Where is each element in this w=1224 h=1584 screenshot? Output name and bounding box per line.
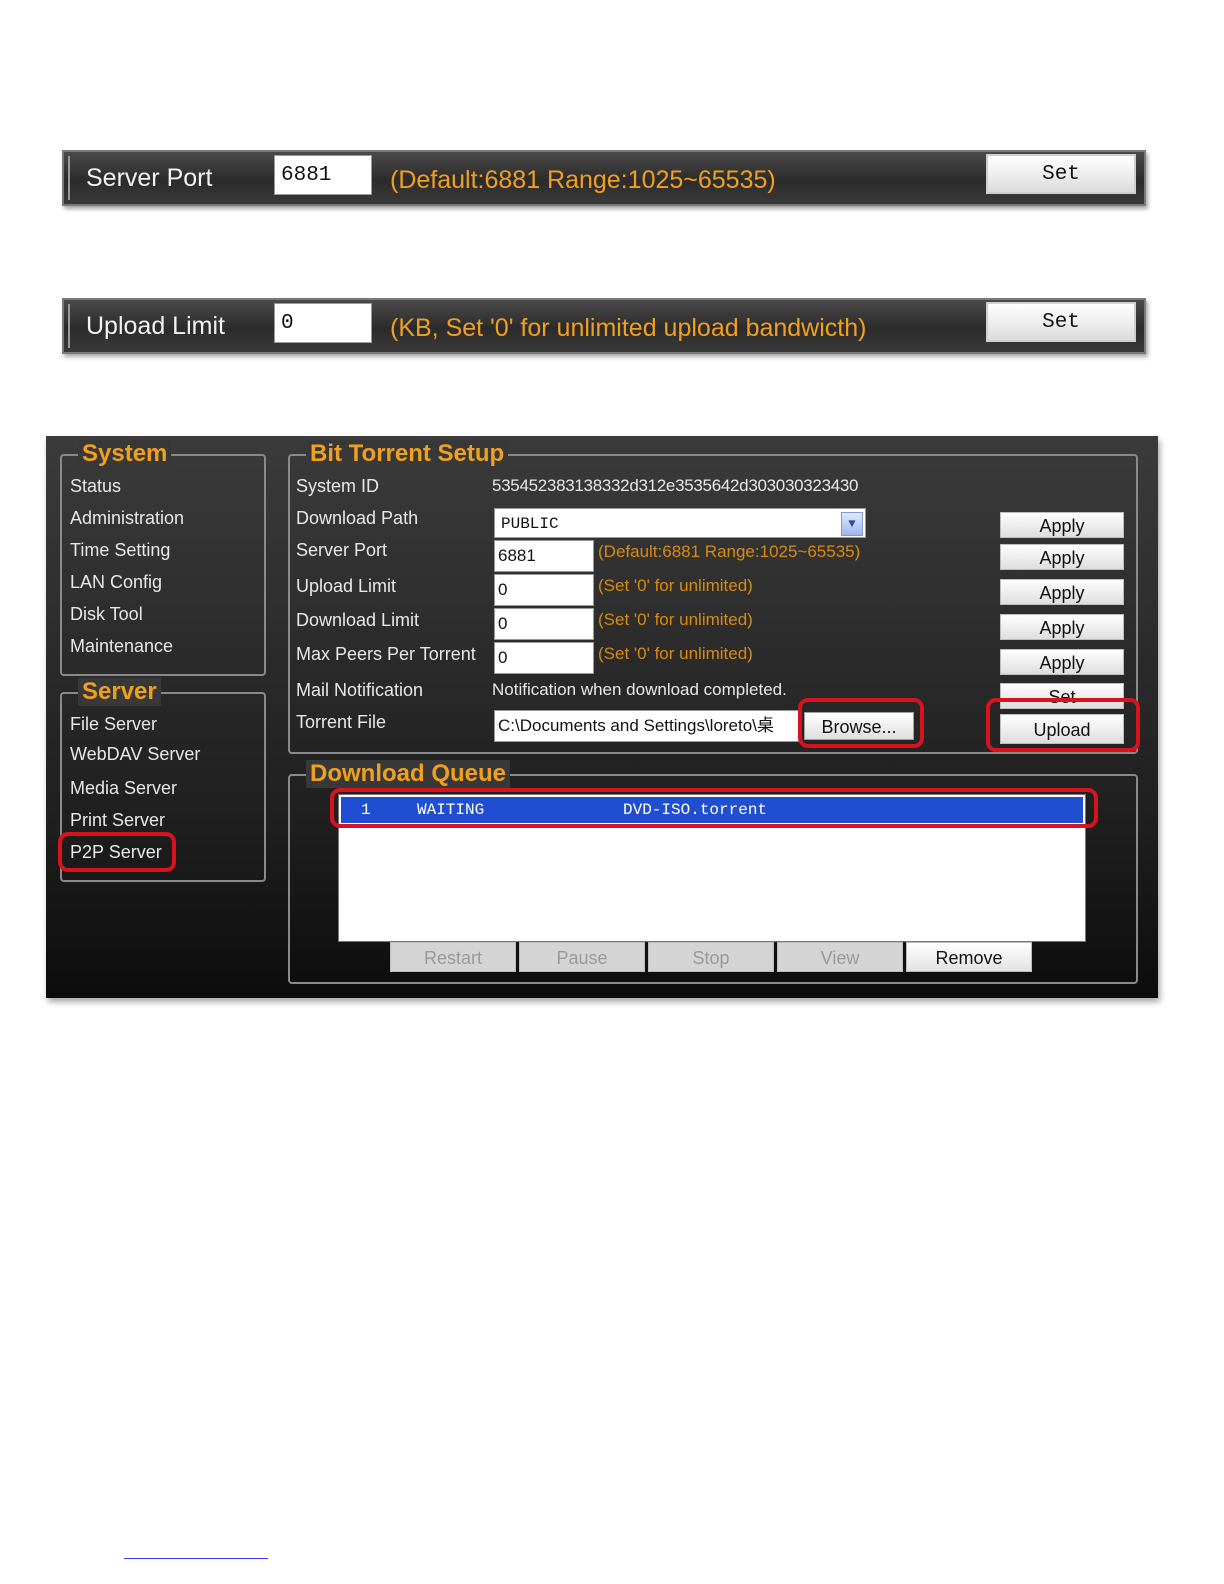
server-port-strip: Server Port 6881 (Default:6881 Range:102… [62,150,1146,206]
upload-limit-hint: (KB, Set '0' for unlimited upload bandwi… [390,314,867,342]
max-peers-field[interactable]: 0 [494,642,594,674]
upload-limit-input[interactable]: 0 [274,303,372,343]
footnote-rule [124,1558,268,1559]
upload-limit-row-hint: (Set '0' for unlimited) [598,576,753,595]
queue-row-highlight [330,788,1098,828]
download-path-select[interactable]: PUBLIC ▼ [494,508,866,538]
apply-server-port-button[interactable]: Apply [1000,544,1124,570]
browse-highlight [798,698,924,748]
server-port-field[interactable]: 6881 [494,540,594,572]
upload-limit-set-button[interactable]: Set [986,302,1136,342]
mail-notification-text: Notification when download completed. [492,680,787,699]
menu-webdav-server[interactable]: WebDAV Server [70,744,200,765]
apply-download-limit-button[interactable]: Apply [1000,614,1124,640]
bittorrent-panel: System Status Administration Time Settin… [46,436,1158,998]
server-port-row-hint: (Default:6881 Range:1025~65535) [598,542,861,561]
apply-upload-limit-button[interactable]: Apply [1000,579,1124,605]
apply-download-path-button[interactable]: Apply [1000,512,1124,538]
download-limit-row-label: Download Limit [296,610,420,630]
stop-button[interactable]: Stop [648,942,774,972]
system-section: System Status Administration Time Settin… [60,440,266,676]
menu-lan-config[interactable]: LAN Config [70,572,162,593]
restart-button[interactable]: Restart [390,942,516,972]
menu-print-server[interactable]: Print Server [70,810,165,831]
menu-disk-tool[interactable]: Disk Tool [70,604,143,625]
server-port-set-button[interactable]: Set [986,154,1136,194]
menu-administration[interactable]: Administration [70,508,184,529]
system-id-label: System ID [296,476,380,496]
server-port-input[interactable]: 6881 [274,155,372,195]
mail-notification-label: Mail Notification [296,680,424,700]
menu-status[interactable]: Status [70,476,121,497]
download-path-value: PUBLIC [501,515,559,533]
pause-button[interactable]: Pause [519,942,645,972]
p2p-server-highlight [58,832,176,872]
apply-max-peers-button[interactable]: Apply [1000,649,1124,675]
view-button[interactable]: View [777,942,903,972]
remove-button[interactable]: Remove [906,942,1032,972]
menu-media-server[interactable]: Media Server [70,778,177,799]
download-limit-row-hint: (Set '0' for unlimited) [598,610,753,629]
max-peers-row-label: Max Peers Per Torrent [296,644,476,664]
upload-limit-strip: Upload Limit 0 (KB, Set '0' for unlimite… [62,298,1146,354]
chevron-down-icon[interactable]: ▼ [841,512,863,536]
queue-title: Download Queue [306,760,511,788]
system-title: System [78,440,172,468]
strip-accent [68,304,70,348]
upload-limit-field[interactable]: 0 [494,574,594,606]
upload-limit-label: Upload Limit [86,312,225,340]
torrent-file-field[interactable]: C:\Documents and Settings\loreto\桌 [494,710,802,742]
server-port-row-label: Server Port [296,540,388,560]
menu-maintenance[interactable]: Maintenance [70,636,173,657]
menu-time-setting[interactable]: Time Setting [70,540,170,561]
download-path-label: Download Path [296,508,419,528]
server-port-hint: (Default:6881 Range:1025~65535) [390,166,776,194]
setup-title: Bit Torrent Setup [306,440,509,468]
torrent-file-label: Torrent File [296,712,387,732]
upload-highlight [986,698,1140,752]
download-limit-field[interactable]: 0 [494,608,594,640]
server-title: Server [78,678,161,706]
max-peers-row-hint: (Set '0' for unlimited) [598,644,753,663]
server-port-label: Server Port [86,164,213,192]
system-id-value: 535452383138332d312e3535642d303030323430 [492,476,859,495]
upload-limit-row-label: Upload Limit [296,576,397,596]
menu-file-server[interactable]: File Server [70,714,157,735]
strip-accent [68,156,70,200]
